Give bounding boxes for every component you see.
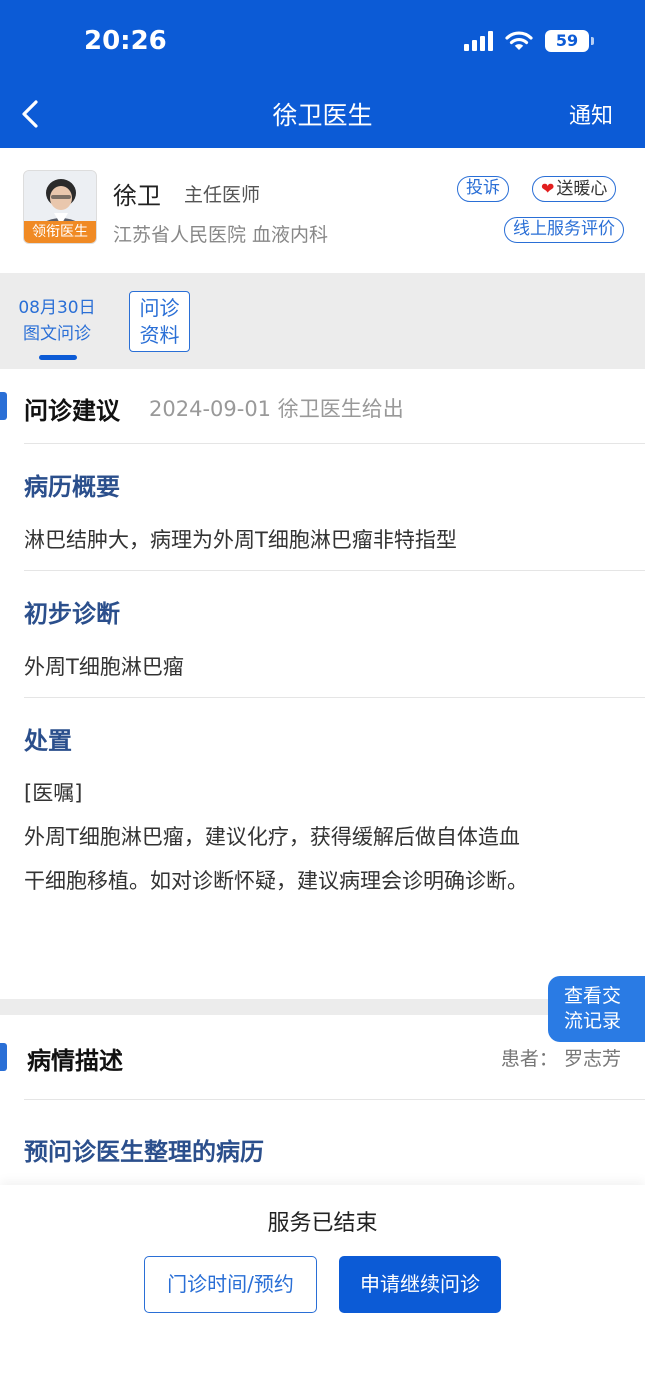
view-chat-history-line2: 流记录	[564, 1010, 622, 1032]
divider	[24, 570, 645, 571]
tab-consult-materials[interactable]: 问诊 资料	[129, 291, 190, 352]
send-warmth-button[interactable]: ❤ 送暖心	[532, 176, 617, 202]
doctor-avatar[interactable]: 领衔医生	[23, 170, 97, 244]
medical-order-tag: [医嘱]	[24, 781, 83, 805]
doctor-title: 主任医师	[184, 184, 261, 206]
patient-label: 患者：	[500, 1048, 558, 1070]
bottom-action-bar: 服务已结束 门诊时间/预约 申请继续问诊	[0, 1185, 645, 1398]
view-chat-history-line1: 查看交	[564, 985, 622, 1007]
complain-button[interactable]: 投诉	[457, 176, 509, 202]
advice-title: 问诊建议	[24, 397, 120, 425]
tab-date-sub: 图文问诊	[23, 324, 91, 344]
divider	[24, 1099, 645, 1100]
summary-text: 淋巴结肿大，病理为外周T细胞淋巴瘤非特指型	[24, 528, 457, 552]
condition-title: 病情描述	[27, 1047, 123, 1075]
tab-consult-date[interactable]: 08月30日 图文问诊	[12, 295, 102, 347]
outpatient-appointment-button[interactable]: 门诊时间/预约	[144, 1256, 317, 1313]
lead-doctor-tag: 领衔医生	[24, 221, 96, 243]
service-review-button[interactable]: 线上服务评价	[504, 217, 624, 243]
consult-tabs: 08月30日 图文问诊 问诊 资料	[0, 273, 645, 369]
heart-icon: ❤	[541, 179, 555, 198]
pre-consult-record-title: 预问诊医生整理的病历	[24, 1138, 264, 1166]
advice-meta: 2024-09-01 徐卫医生给出	[149, 397, 404, 421]
disposal-title: 处置	[24, 727, 72, 755]
page-title: 徐卫医生	[272, 101, 373, 130]
notify-button[interactable]: 通知	[569, 98, 613, 130]
send-warmth-label: 送暖心	[556, 179, 608, 199]
summary-title: 病历概要	[24, 473, 120, 501]
consult-advice-section: 问诊建议 2024-09-01 徐卫医生给出 病历概要 淋巴结肿大，病理为外周T…	[0, 369, 645, 999]
divider	[24, 443, 645, 444]
divider	[24, 697, 645, 698]
wifi-icon	[505, 31, 533, 50]
tab-date-label: 08月30日	[18, 298, 96, 318]
medical-order-line2: 干细胞移植。如对诊断怀疑，建议病理会诊明确诊断。	[24, 869, 528, 893]
tab-active-indicator	[39, 355, 77, 360]
diagnosis-title: 初步诊断	[24, 600, 120, 628]
tab-materials-line2: 资料	[139, 323, 180, 347]
section-marker	[0, 1043, 7, 1071]
view-chat-history-button[interactable]: 查看交 流记录	[548, 976, 645, 1042]
condition-section: 病情描述 患者： 罗志芳 预问诊医生整理的病历	[0, 1015, 645, 1185]
continue-consult-button[interactable]: 申请继续问诊	[339, 1256, 501, 1313]
diagnosis-text: 外周T细胞淋巴瘤	[24, 655, 184, 679]
doctor-name: 徐卫	[113, 182, 161, 210]
section-marker	[0, 392, 7, 420]
status-time: 20:26	[84, 26, 167, 56]
patient-name: 罗志芳	[563, 1048, 621, 1070]
medical-order-line1: 外周T细胞淋巴瘤，建议化疗，获得缓解后做自体造血	[24, 825, 520, 849]
status-icons: 59	[464, 30, 594, 52]
patient-info: 患者： 罗志芳	[501, 1044, 621, 1071]
battery-icon: 59	[545, 30, 594, 52]
doctor-card: 领衔医生 徐卫 主任医师 江苏省人民医院 血液内科 投诉 ❤ 送暖心 线上服务评价	[0, 148, 645, 273]
top-header: 20:26 59 徐卫医生 通知	[0, 0, 645, 148]
service-ended-status: 服务已结束	[267, 1211, 378, 1236]
cellular-signal-icon	[464, 31, 493, 51]
tab-materials-line1: 问诊	[139, 296, 180, 320]
doctor-hospital: 江苏省人民医院 血液内科	[113, 224, 329, 246]
